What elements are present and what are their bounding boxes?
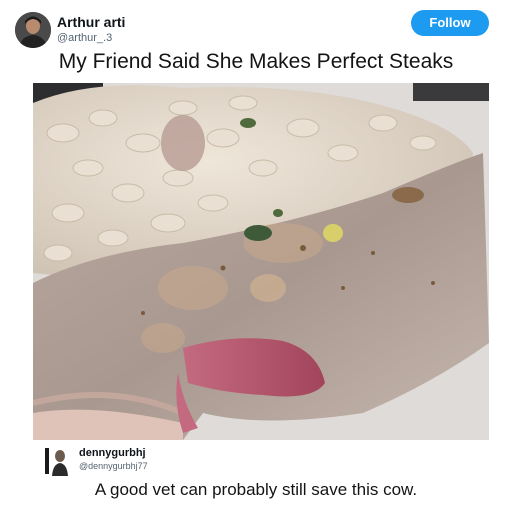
reply-text: A good vet can probably still save this … <box>94 480 418 499</box>
reply: dennygurbhj @dennygurbhj77 A good vet ca… <box>0 440 512 512</box>
reply-author-handle[interactable]: @dennygurbhj77 <box>79 461 148 471</box>
author-handle[interactable]: @arthur_.3 <box>57 32 112 44</box>
reply-avatar[interactable] <box>42 446 72 476</box>
post-photo[interactable] <box>33 83 489 440</box>
post-title: My Friend Said She Makes Perfect Steaks <box>58 50 454 73</box>
follow-button[interactable]: Follow <box>411 10 489 36</box>
reply-author-name[interactable]: dennygurbhj <box>79 447 146 459</box>
author-avatar[interactable] <box>15 12 51 48</box>
post-header: Arthur arti @arthur_.3 Follow <box>0 0 512 52</box>
author-name[interactable]: Arthur arti <box>57 14 125 30</box>
